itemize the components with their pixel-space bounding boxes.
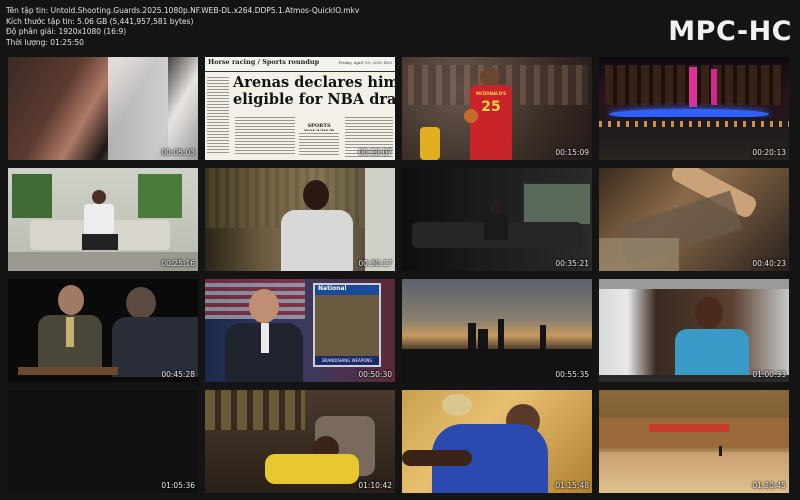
thumbnail-timestamp: 01:00:33 (752, 370, 786, 379)
thumbnail-6[interactable]: 00:30:17 (205, 168, 395, 271)
thumbnail-timestamp: 01:10:42 (358, 481, 392, 490)
thumbnail-2[interactable]: Horse racing / Sports roundup Friday, Ap… (205, 57, 395, 160)
player-head (480, 67, 500, 87)
thumbnail-timestamp: 01:05:36 (161, 481, 195, 490)
thumbnail-10[interactable]: National BRANDISHING WEAPONS 00:50:30 (205, 279, 395, 382)
thumbnail-5[interactable]: 00:25:16 (8, 168, 198, 271)
thumbnail-timestamp: 00:45:28 (161, 370, 195, 379)
thumbnail-15[interactable]: 01:15:48 (402, 390, 592, 493)
thumbnail-timestamp: 00:15:09 (555, 148, 589, 157)
thumbnail-timestamp: 00:30:17 (358, 259, 392, 268)
thumbnail-12[interactable]: 01:00:33 (599, 279, 789, 382)
thumbnail-8[interactable]: 00:40:23 (599, 168, 789, 271)
anchor-head (249, 289, 279, 323)
basketball-icon (464, 109, 478, 123)
person-head (303, 180, 329, 210)
person-head (695, 297, 723, 329)
newspaper-headline: Arenas declares himself eligible for NBA… (233, 74, 395, 108)
file-info: Tên tập tin: Untold.Shooting.Guards.2025… (6, 6, 359, 48)
news-inset: National BRANDISHING WEAPONS (313, 283, 381, 367)
thumbnail-11[interactable]: 00:55:35 (402, 279, 592, 382)
file-name: Tên tập tin: Untold.Shooting.Guards.2025… (6, 6, 360, 15)
thumbnail-3[interactable]: MCDONALD'S 25 00:15:09 (402, 57, 592, 160)
video-resolution: Độ phân giải: 1920x1080 (16:9) (6, 27, 127, 36)
mpc-hc-logo: MPC-HC (668, 16, 792, 47)
thumbnail-4[interactable]: 00:20:13 (599, 57, 789, 160)
thumbnail-timestamp: 00:25:16 (161, 259, 195, 268)
person-head (58, 285, 84, 315)
thumbnail-timestamp: 00:05:03 (161, 148, 195, 157)
thumbnail-timestamp: 01:15:48 (555, 481, 589, 490)
thumbnail-16[interactable]: 01:20:45 (599, 390, 789, 493)
newspaper-date: Friday, April 19, 2002 B20 (338, 60, 393, 65)
thumbnail-timestamp: 00:50:30 (358, 370, 392, 379)
file-size: Kích thước tập tin: 5.06 GB (5,441,957,5… (6, 16, 194, 26)
thumbnail-timestamp: 01:20:45 (752, 481, 786, 490)
thumbnail-timestamp: 00:10:07 (358, 148, 392, 157)
thumbnail-1[interactable]: 00:05:03 (8, 57, 198, 160)
thumbnail-9[interactable]: 00:45:28 (8, 279, 198, 382)
thumbnail-timestamp: 00:35:21 (555, 259, 589, 268)
person-head (92, 190, 106, 204)
newspaper-section: Horse racing / Sports roundup (208, 58, 320, 66)
thumbnail-14[interactable]: 01:10:42 (205, 390, 395, 493)
thumbnail-7[interactable]: 00:35:21 (402, 168, 592, 271)
thumbnail-timestamp: 00:55:35 (555, 370, 589, 379)
thumbnail-timestamp: 00:40:23 (752, 259, 786, 268)
thumbnail-13[interactable]: 01:05:36 (8, 390, 198, 493)
video-duration: Thời lượng: 01:25:50 (6, 37, 84, 47)
thumbnail-grid: 00:05:03 Horse racing / Sports roundup F… (8, 57, 790, 494)
thumbnail-timestamp: 00:20:13 (752, 148, 786, 157)
